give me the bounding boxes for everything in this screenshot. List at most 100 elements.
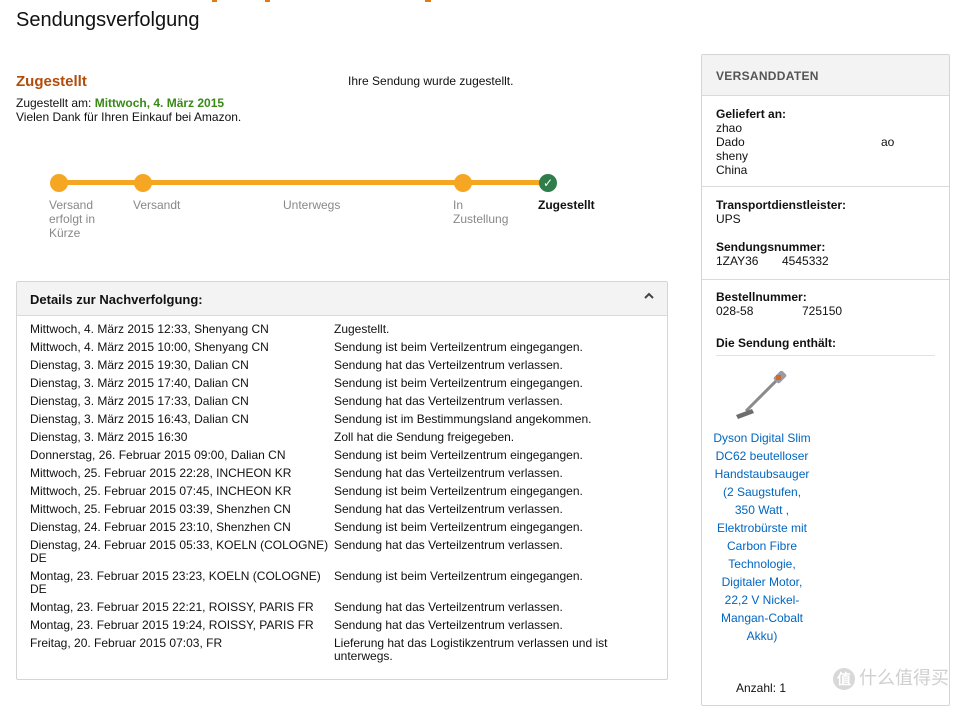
- event-datetime-location: Mittwoch, 4. März 2015 10:00, Shenyang C…: [30, 340, 269, 354]
- order-number-label: Bestellnummer:: [716, 290, 807, 304]
- event-description: Sendung ist beim Verteilzentrum eingegan…: [334, 484, 583, 498]
- event-datetime-location: Freitag, 20. Februar 2015 07:03, FR: [30, 636, 223, 650]
- event-datetime-location: Donnerstag, 26. Februar 2015 09:00, Dali…: [30, 448, 286, 462]
- delivered-date: Mittwoch, 4. März 2015: [94, 96, 225, 110]
- watermark: 值什么值得买: [833, 664, 949, 690]
- tracking-event-row: Mittwoch, 4. März 2015 10:00, Shenyang C…: [30, 341, 660, 354]
- carrier-value: UPS: [716, 212, 741, 226]
- event-description: Sendung ist im Bestimmungsland angekomme…: [334, 412, 592, 426]
- tracking-event-row: Mittwoch, 25. Februar 2015 22:28, INCHEO…: [30, 467, 660, 480]
- tracking-event-row: Dienstag, 3. März 2015 19:30, Dalian CN S…: [30, 359, 660, 372]
- event-description: Sendung hat das Verteilzentrum verlassen…: [334, 358, 563, 372]
- tracking-event-row: Montag, 23. Februar 2015 23:23, KOELN (C…: [30, 570, 660, 596]
- tracking-number-section: Sendungsnummer: 1ZAY36 4545332: [716, 240, 936, 268]
- checkmark-icon: ✓: [539, 174, 557, 192]
- tracking-event-row: Montag, 23. Februar 2015 22:21, ROISSY, …: [30, 601, 660, 614]
- event-description: Sendung hat das Verteilzentrum verlassen…: [334, 600, 563, 614]
- tracking-event-row: Dienstag, 3. März 2015 16:43, Dalian CN S…: [30, 413, 660, 426]
- step-node-2: [134, 174, 152, 192]
- event-datetime-location: Dienstag, 24. Februar 2015 05:33, KOELN …: [30, 538, 329, 565]
- watermark-text: 什么值得买: [859, 667, 949, 688]
- event-description: Sendung hat das Verteilzentrum verlassen…: [334, 466, 563, 480]
- tracking-events-list: Mittwoch, 4. März 2015 12:33, Shenyang C…: [30, 323, 660, 668]
- sidebar-header: VERSANDDATEN: [702, 55, 949, 96]
- event-datetime-location: Dienstag, 3. März 2015 17:33, Dalian CN: [30, 394, 249, 408]
- tracking-event-row: Montag, 23. Februar 2015 19:24, ROISSY, …: [30, 619, 660, 632]
- progress-tracker: ✓ Versand erfolgt in Kürze Versandt Unte…: [16, 174, 667, 254]
- order-number-value: 028-58 725150: [716, 304, 843, 318]
- address-line-4: China: [716, 163, 748, 177]
- event-datetime-location: Dienstag, 3. März 2015 17:40, Dalian CN: [30, 376, 249, 390]
- divider: [702, 279, 949, 280]
- step-label-4: In Zustellung: [453, 198, 509, 226]
- event-description: Sendung hat das Verteilzentrum verlassen…: [334, 394, 563, 408]
- product-link[interactable]: Dyson Digital Slim DC62 beutelloser Hand…: [712, 429, 812, 645]
- event-description: Sendung ist beim Verteilzentrum eingegan…: [334, 448, 583, 462]
- delivered-to-label: Geliefert an:: [716, 107, 787, 121]
- address-line-2: Dado ao: [716, 135, 895, 149]
- tracking-event-row: Mittwoch, 4. März 2015 12:33, Shenyang C…: [30, 323, 660, 336]
- tracking-event-row: Dienstag, 24. Februar 2015 05:33, KOELN …: [30, 539, 660, 565]
- page-title: Sendungsverfolgung: [16, 9, 200, 31]
- event-description: Sendung ist beim Verteilzentrum eingegan…: [334, 340, 583, 354]
- delivered-date-line: Zugestellt am: Mittwoch, 4. März 2015: [16, 96, 224, 110]
- event-description: Sendung ist beim Verteilzentrum eingegan…: [334, 376, 583, 390]
- top-accent-bar: [0, 0, 959, 3]
- product-image[interactable]: [732, 370, 792, 421]
- step-label-2: Versandt: [133, 198, 181, 212]
- event-description: Sendung ist beim Verteilzentrum eingegan…: [334, 569, 583, 583]
- step-node-1: [50, 174, 68, 192]
- thanks-message: Vielen Dank für Ihren Einkauf bei Amazon…: [16, 110, 242, 124]
- tracking-details-panel: Details zur Nachverfolgung: Mittwoch, 4.…: [16, 281, 668, 680]
- event-datetime-location: Montag, 23. Februar 2015 19:24, ROISSY, …: [30, 618, 314, 632]
- tracking-event-row: Dienstag, 3. März 2015 17:40, Dalian CN S…: [30, 377, 660, 390]
- address-line-1: zhao: [716, 121, 743, 135]
- event-datetime-location: Mittwoch, 25. Februar 2015 07:45, INCHEO…: [30, 484, 292, 498]
- event-description: Zoll hat die Sendung freigegeben.: [334, 430, 515, 444]
- sidebar-title: VERSANDDATEN: [716, 69, 819, 83]
- event-datetime-location: Dienstag, 3. März 2015 16:43, Dalian CN: [30, 412, 249, 426]
- progress-line: [59, 180, 548, 185]
- step-label-1: Versand erfolgt in Kürze: [49, 198, 96, 240]
- tracking-event-row: Freitag, 20. Februar 2015 07:03, FR Liefe…: [30, 637, 660, 663]
- tracking-event-row: Dienstag, 24. Februar 2015 23:10, Shenzh…: [30, 521, 660, 534]
- address-line-3: sheny: [716, 149, 749, 163]
- event-datetime-location: Mittwoch, 25. Februar 2015 03:39, Shenzh…: [30, 502, 291, 516]
- event-datetime-location: Montag, 23. Februar 2015 23:23, KOELN (C…: [30, 569, 321, 596]
- step-label-3: Unterwegs: [283, 198, 341, 212]
- carrier-section: Transportdienstleister: UPS: [716, 198, 936, 226]
- divider: [716, 355, 935, 356]
- tracking-number-label: Sendungsnummer:: [716, 240, 826, 254]
- event-datetime-location: Dienstag, 24. Februar 2015 23:10, Shenzh…: [30, 520, 291, 534]
- event-description: Zugestellt.: [334, 322, 390, 336]
- chevron-up-icon[interactable]: [641, 290, 657, 306]
- contents-label: Die Sendung enthält:: [716, 336, 836, 350]
- divider: [702, 186, 949, 187]
- event-datetime-location: Dienstag, 3. März 2015 19:30, Dalian CN: [30, 358, 249, 372]
- details-title: Details zur Nachverfolgung:: [30, 292, 203, 307]
- step-node-4: [454, 174, 472, 192]
- event-datetime-location: Mittwoch, 25. Februar 2015 22:28, INCHEO…: [30, 466, 292, 480]
- tracking-event-row: Mittwoch, 25. Februar 2015 03:39, Shenzh…: [30, 503, 660, 516]
- delivered-prefix: Zugestellt am:: [16, 96, 95, 110]
- status-heading: Zugestellt: [16, 73, 87, 90]
- event-description: Sendung hat das Verteilzentrum verlassen…: [334, 618, 563, 632]
- product-quantity: Anzahl: 1: [736, 681, 787, 695]
- carrier-label: Transportdienstleister:: [716, 198, 847, 212]
- tracking-number-value: 1ZAY36 4545332: [716, 254, 829, 268]
- tracking-event-row: Donnerstag, 26. Februar 2015 09:00, Dali…: [30, 449, 660, 462]
- event-description: Sendung hat das Verteilzentrum verlassen…: [334, 538, 563, 552]
- order-number-section: Bestellnummer: 028-58 725150: [716, 290, 936, 318]
- event-datetime-location: Montag, 23. Februar 2015 22:21, ROISSY, …: [30, 600, 314, 614]
- details-header[interactable]: Details zur Nachverfolgung:: [17, 282, 667, 316]
- event-description: Sendung hat das Verteilzentrum verlassen…: [334, 502, 563, 516]
- event-description: Sendung ist beim Verteilzentrum eingegan…: [334, 520, 583, 534]
- watermark-logo-icon: 值: [833, 668, 855, 690]
- tracking-event-row: Mittwoch, 25. Februar 2015 07:45, INCHEO…: [30, 485, 660, 498]
- event-description: Lieferung hat das Logistikzentrum verlas…: [334, 636, 608, 663]
- contents-section: Die Sendung enthält:: [716, 336, 936, 350]
- step-label-5: Zugestellt: [538, 198, 595, 212]
- status-message: Ihre Sendung wurde zugestellt.: [348, 74, 514, 88]
- tracking-event-row: Dienstag, 3. März 2015 17:33, Dalian CN S…: [30, 395, 660, 408]
- shipping-data-sidebar: VERSANDDATEN Geliefert an: zhao Dado ao s…: [701, 54, 950, 706]
